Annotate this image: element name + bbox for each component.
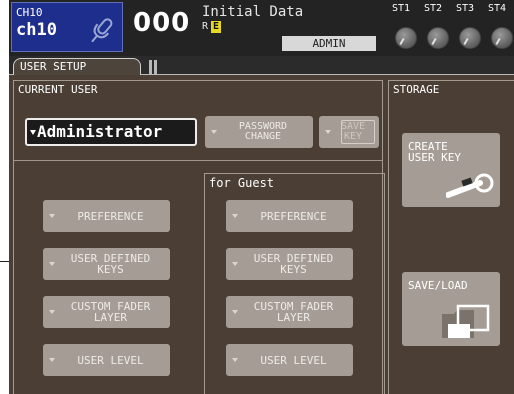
panel-title-current-user: CURRENT USER <box>18 83 98 96</box>
user-defined-keys-label: USER DEFINED KEYS <box>70 252 151 276</box>
custom-fader-layer-button[interactable]: CUSTOM FADER LAYER <box>43 296 170 328</box>
knob-icon[interactable] <box>395 27 417 49</box>
guest-custom-fader-layer-button[interactable]: CUSTOM FADER LAYER <box>226 296 353 328</box>
key-icon <box>446 173 494 198</box>
channel-name: ch10 <box>16 20 57 40</box>
guest-preference-label: PREFERENCE <box>260 209 327 223</box>
tab-user-setup[interactable]: USER SETUP <box>13 58 141 75</box>
user-level-button[interactable]: USER LEVEL <box>43 344 170 376</box>
password-change-label: PASSWORD CHANGE <box>238 121 288 142</box>
selected-user: Administrator <box>37 122 163 141</box>
tab-bar: USER SETUP <box>9 56 514 75</box>
guest-title: for Guest <box>209 176 275 190</box>
current-user-badge: ADMIN <box>282 36 376 51</box>
triangle-icon <box>211 130 217 134</box>
stereo-label: ST1 <box>392 3 411 14</box>
channel-number: CH10 <box>16 6 43 19</box>
divider <box>14 160 382 161</box>
triangle-icon <box>232 262 238 266</box>
save-key-button[interactable]: SAVE KEY <box>319 116 379 148</box>
triangle-icon <box>232 358 238 362</box>
preference-button[interactable]: PREFERENCE <box>43 200 170 232</box>
guest-preference-button[interactable]: PREFERENCE <box>226 200 353 232</box>
custom-fader-layer-label: CUSTOM FADER LAYER <box>70 300 151 324</box>
folder-icon <box>442 304 490 338</box>
guest-user-level-label: USER LEVEL <box>260 353 327 367</box>
save-load-button[interactable]: SAVE/LOAD <box>402 272 500 346</box>
preference-label: PREFERENCE <box>77 209 144 223</box>
guest-user-level-button[interactable]: USER LEVEL <box>226 344 353 376</box>
create-user-key-button[interactable]: CREATE USER KEY <box>402 133 500 207</box>
stereo-label: ST3 <box>456 3 475 14</box>
stereo-label: ST4 <box>488 3 507 14</box>
channel-box[interactable]: CH10 ch10 <box>11 2 123 52</box>
tab-grip-icon <box>149 59 169 74</box>
triangle-icon <box>49 310 55 314</box>
storage-panel: STORAGE <box>388 80 514 394</box>
knob-icon[interactable] <box>491 27 513 49</box>
scene-title: Initial Data <box>202 4 304 20</box>
mixer-screen: CH10 ch10 000 Initial Data RE ADMIN ST1 … <box>9 0 514 394</box>
panel-title-storage: STORAGE <box>393 83 440 96</box>
knob-icon[interactable] <box>459 27 481 49</box>
stereo-label: ST2 <box>424 3 443 14</box>
triangle-icon <box>232 214 238 218</box>
guest-user-defined-keys-button[interactable]: USER DEFINED KEYS <box>226 248 353 280</box>
knob-icon[interactable] <box>427 27 449 49</box>
triangle-icon <box>325 130 331 134</box>
create-user-key-label: CREATE USER KEY <box>408 140 461 164</box>
triangle-icon <box>232 310 238 314</box>
triangle-icon <box>49 358 55 362</box>
save-load-label: SAVE/LOAD <box>408 279 468 292</box>
triangle-icon <box>49 214 55 218</box>
triangle-icon <box>49 262 55 266</box>
header-bar: CH10 ch10 000 Initial Data RE ADMIN ST1 … <box>9 0 514 56</box>
guest-custom-fader-layer-label: CUSTOM FADER LAYER <box>253 300 334 324</box>
user-select-dropdown[interactable]: Administrator <box>25 118 197 146</box>
password-change-button[interactable]: PASSWORD CHANGE <box>205 116 313 148</box>
user-level-label: USER LEVEL <box>77 353 144 367</box>
guest-user-defined-keys-label: USER DEFINED KEYS <box>253 252 334 276</box>
scene-number[interactable]: 000 <box>133 8 190 38</box>
scene-flag-r: R <box>202 21 209 32</box>
dropdown-arrow-icon <box>30 130 36 135</box>
scene-flags: RE <box>202 21 222 33</box>
microphone-icon <box>91 18 113 43</box>
save-key-label: SAVE KEY <box>340 121 366 142</box>
scene-flag-e: E <box>211 21 222 33</box>
user-defined-keys-button[interactable]: USER DEFINED KEYS <box>43 248 170 280</box>
